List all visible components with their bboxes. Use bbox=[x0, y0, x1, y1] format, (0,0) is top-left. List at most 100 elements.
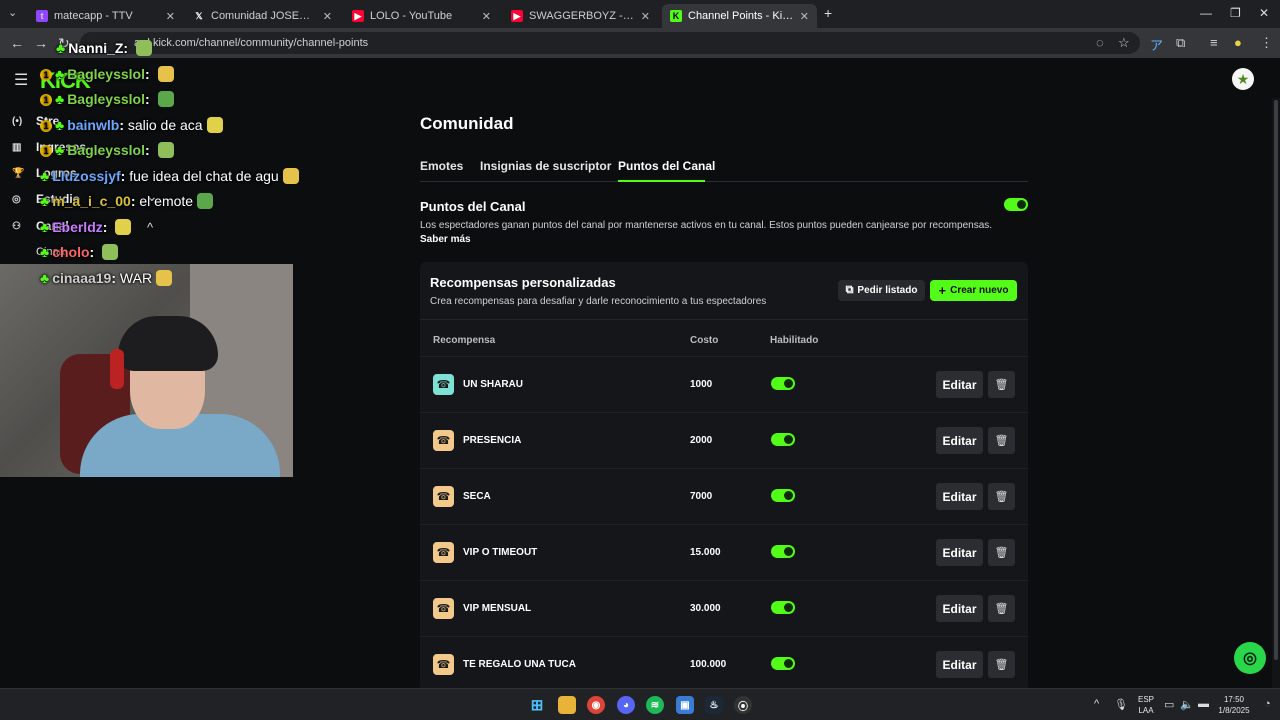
tab-title: LOLO - YouTube bbox=[370, 10, 453, 22]
extensions-icon[interactable]: ⧉ bbox=[1176, 35, 1185, 51]
delete-button[interactable]: 🗑 bbox=[988, 483, 1015, 510]
channel-points-toggle[interactable] bbox=[1004, 198, 1028, 211]
close-window-icon[interactable]: ✕ bbox=[1259, 6, 1269, 20]
obs-icon[interactable]: ⦿ bbox=[734, 696, 752, 714]
chat-username[interactable]: bainwlb bbox=[67, 117, 119, 133]
language-indicator[interactable]: ESP LAA bbox=[1134, 695, 1158, 715]
minimize-icon[interactable]: — bbox=[1200, 6, 1212, 20]
battery-icon[interactable]: ▬ bbox=[1198, 698, 1209, 710]
chat-username[interactable]: Bagleysslol bbox=[67, 142, 145, 158]
reward-enabled-toggle[interactable] bbox=[771, 601, 795, 614]
user-avatar[interactable]: ★ bbox=[1232, 68, 1254, 90]
card-divider bbox=[420, 319, 1028, 320]
reward-enabled-toggle[interactable] bbox=[771, 489, 795, 502]
volume-icon[interactable]: 🔈 bbox=[1180, 698, 1194, 711]
leaf-badge-icon: ♣ bbox=[55, 116, 65, 133]
url-field[interactable]: ard.kick.com/channel/community/channel-p… bbox=[80, 32, 1140, 54]
edit-button[interactable]: Editar bbox=[936, 539, 983, 566]
chat-username[interactable]: Nanni_Z bbox=[68, 40, 123, 56]
windows-start-icon[interactable]: ⊞ bbox=[528, 696, 546, 714]
column-header-enabled: Habilitado bbox=[770, 335, 819, 346]
chat-username[interactable]: Eberldz bbox=[52, 219, 103, 235]
close-icon[interactable]: ✕ bbox=[166, 10, 175, 23]
tab-title: Comunidad JOSEO EXCLUSIVE bbox=[211, 10, 317, 22]
close-icon[interactable]: ✕ bbox=[800, 10, 809, 23]
browser-tab-0[interactable]: t matecapp - TTV ✕ bbox=[28, 4, 183, 28]
profile-icon[interactable]: ● bbox=[1234, 35, 1242, 50]
close-icon[interactable]: ✕ bbox=[323, 10, 332, 23]
new-tab-button[interactable]: + bbox=[824, 5, 832, 21]
bookmark-star-icon[interactable]: ☆ bbox=[1118, 35, 1130, 51]
keyboard-layout: LAA bbox=[1138, 706, 1154, 715]
browser-tab-1[interactable]: 𝕏 Comunidad JOSEO EXCLUSIVE ✕ bbox=[185, 4, 340, 28]
leaf-badge-icon: ♣ bbox=[40, 269, 50, 286]
browser-tab-2[interactable]: ▶ LOLO - YouTube ✕ bbox=[344, 4, 499, 28]
emote-icon bbox=[197, 193, 214, 209]
delete-button[interactable]: 🗑 bbox=[988, 651, 1015, 678]
browser-tab-4[interactable]: K Channel Points - Kick Dashboa ✕ bbox=[662, 4, 817, 28]
tab-search-icon[interactable]: ⌄ bbox=[8, 6, 17, 19]
file-explorer-icon[interactable] bbox=[558, 696, 576, 714]
edit-button[interactable]: Editar bbox=[936, 483, 983, 510]
close-icon[interactable]: ✕ bbox=[641, 10, 650, 23]
card-title: Recompensas personalizadas bbox=[430, 275, 616, 290]
support-chat-button[interactable]: ◎ bbox=[1234, 642, 1266, 674]
edit-button[interactable]: Editar bbox=[936, 427, 983, 454]
create-new-label: Crear nuevo bbox=[950, 285, 1009, 296]
delete-button[interactable]: 🗑 bbox=[988, 595, 1015, 622]
reward-enabled-toggle[interactable] bbox=[771, 545, 795, 558]
microphone-icon[interactable]: 🎙 bbox=[1114, 698, 1128, 711]
chat-username[interactable]: m_a_i_c_00 bbox=[52, 193, 131, 209]
chrome-icon[interactable]: ◉ bbox=[587, 696, 605, 714]
tab-puntos-del-canal[interactable]: Puntos del Canal bbox=[618, 159, 715, 173]
reward-icon: ☎ bbox=[433, 430, 454, 451]
delete-button[interactable]: 🗑 bbox=[988, 371, 1015, 398]
forward-icon[interactable]: → bbox=[34, 35, 48, 51]
emote-icon bbox=[157, 142, 174, 158]
back-icon[interactable]: ← bbox=[10, 35, 24, 51]
translate-icon[interactable]: ア bbox=[1150, 35, 1163, 54]
external-link-icon: ⧉ bbox=[845, 284, 854, 296]
chevron-up-icon[interactable]: ^ bbox=[147, 220, 153, 235]
maximize-icon[interactable]: ❐ bbox=[1230, 6, 1241, 20]
leaf-badge-icon: ♣ bbox=[55, 91, 65, 107]
edit-button[interactable]: Editar bbox=[936, 651, 983, 678]
reading-list-icon[interactable]: ≡ bbox=[1210, 35, 1218, 50]
reward-name: PRESENCIA bbox=[463, 435, 522, 446]
page-title: Comunidad bbox=[420, 114, 514, 133]
youtube-favicon-icon: ▶ bbox=[352, 10, 364, 22]
request-list-button[interactable]: ⧉ Pedir listado bbox=[838, 280, 925, 301]
tab-emotes[interactable]: Emotes bbox=[420, 159, 463, 173]
create-new-button[interactable]: + Crear nuevo bbox=[930, 280, 1017, 301]
delete-button[interactable]: 🗑 bbox=[988, 539, 1015, 566]
column-header-cost: Costo bbox=[690, 335, 719, 346]
tray-chevron-icon[interactable]: ^ bbox=[1094, 698, 1099, 710]
tab-insignias[interactable]: Insignias de suscriptor bbox=[480, 159, 611, 173]
display-icon[interactable]: ▭ bbox=[1164, 698, 1174, 711]
learn-more-link[interactable]: Saber más bbox=[420, 234, 471, 245]
reward-enabled-toggle[interactable] bbox=[771, 657, 795, 670]
chat-username[interactable]: Bagleysslol bbox=[67, 91, 145, 107]
hamburger-menu-icon[interactable]: ☰ bbox=[14, 70, 28, 90]
chat-colon: : bbox=[120, 167, 130, 184]
store-icon[interactable]: ▣ bbox=[676, 696, 694, 714]
chat-username[interactable]: cinaaa19 bbox=[52, 270, 111, 286]
chat-username[interactable]: cholo bbox=[52, 244, 89, 260]
reward-enabled-toggle[interactable] bbox=[771, 377, 795, 390]
steam-icon[interactable]: ♨ bbox=[705, 696, 723, 714]
spotify-icon[interactable]: ≋ bbox=[646, 696, 664, 714]
eye-off-icon[interactable]: ◌ bbox=[1096, 35, 1104, 50]
more-menu-icon[interactable]: ⋮ bbox=[1260, 35, 1273, 51]
close-icon[interactable]: ✕ bbox=[482, 10, 491, 23]
clock[interactable]: 17:50 1/8/2025 bbox=[1214, 695, 1254, 715]
browser-tab-3[interactable]: ▶ SWAGGERBOYZ - CUANDO QU ✕ bbox=[503, 4, 658, 28]
discord-icon[interactable]: ◕ bbox=[617, 696, 635, 714]
scrollbar-thumb[interactable] bbox=[1274, 100, 1278, 660]
chat-username[interactable]: Bagleysslol bbox=[67, 66, 145, 82]
delete-button[interactable]: 🗑 bbox=[988, 427, 1015, 454]
reward-enabled-toggle[interactable] bbox=[771, 433, 795, 446]
notifications-icon[interactable]: ◔ bbox=[1264, 698, 1271, 710]
edit-button[interactable]: Editar bbox=[936, 595, 983, 622]
edit-button[interactable]: Editar bbox=[936, 371, 983, 398]
chat-username[interactable]: Lluzossjyf bbox=[52, 168, 120, 184]
